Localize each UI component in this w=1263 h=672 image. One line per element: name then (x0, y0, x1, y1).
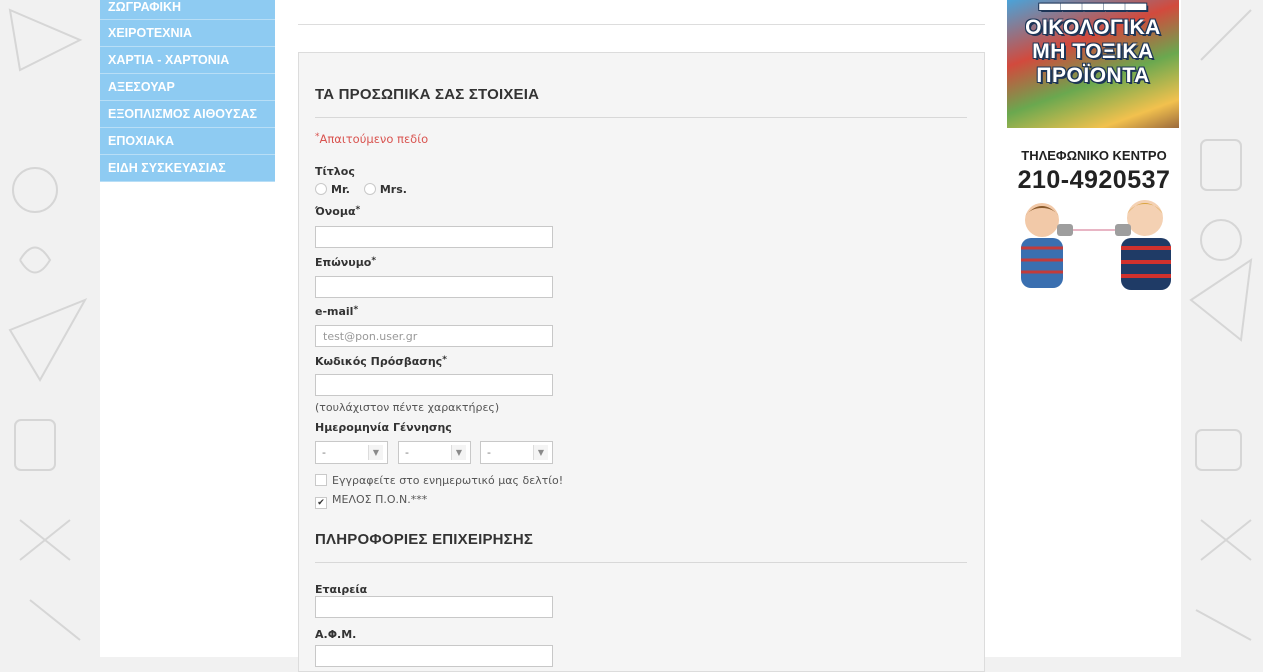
section-divider (315, 562, 967, 563)
password-label: Κωδικός Πρόσβασης* (315, 355, 447, 368)
vat-label: Α.Φ.Μ. (315, 628, 357, 641)
chevron-down-icon: ▼ (451, 445, 466, 460)
sidebar-item-painting[interactable]: ΖΩΓΡΑΦΙΚΗ (100, 0, 275, 20)
first-name-input[interactable] (315, 226, 553, 248)
promo-line-2: ΜΗ ΤΟΞΙΚΑ (1032, 40, 1154, 63)
right-column: ▬▬▬▬▬ ΟΙΚΟΛΟΓΙΚΑ ΜΗ ΤΟΞΙΚΑ ΠΡΟΪΟΝΤΑ ΤΗΛΕ… (1007, 0, 1181, 300)
promo-line-partial: ▬▬▬▬▬ (1039, 0, 1147, 15)
title-label: Τίτλος (315, 165, 355, 178)
radio-mrs[interactable] (363, 183, 376, 195)
newsletter-option[interactable]: Εγγραφείτε στο ενημερωτικό μας δελτίο! (315, 474, 563, 487)
eco-products-banner[interactable]: ▬▬▬▬▬ ΟΙΚΟΛΟΓΙΚΑ ΜΗ ΤΟΞΙΚΑ ΠΡΟΪΟΝΤΑ (1007, 0, 1179, 128)
sidebar-item-crafts[interactable]: ΧΕΙΡΟΤΕΧΝΙΑ (100, 20, 275, 47)
birthdate-year-select[interactable]: - ▼ (480, 441, 553, 464)
newsletter-checkbox[interactable] (315, 474, 327, 486)
last-name-input[interactable] (315, 276, 553, 298)
company-input[interactable] (315, 596, 553, 618)
chevron-down-icon: ▼ (368, 445, 383, 460)
title-radio-group: Mr. Mrs. (315, 183, 417, 196)
kids-tin-can-phone-image (1007, 196, 1181, 292)
page-container: ΖΩΓΡΑΦΙΚΗ ΧΕΙΡΟΤΕΧΝΙΑ ΧΑΡΤΙΑ - ΧΑΡΤΟΝΙΑ … (100, 0, 1181, 672)
password-hint: (τουλάχιστον πέντε χαρακτήρες) (315, 401, 500, 414)
vat-input[interactable] (315, 645, 553, 667)
phone-number[interactable]: 210-4920537 (1007, 166, 1181, 195)
sidebar-item-classroom-equipment[interactable]: ΕΞΟΠΛΙΣΜΟΣ ΑΙΘΟΥΣΑΣ (100, 101, 275, 128)
top-divider (298, 24, 985, 25)
required-field-note: *Απαιτούμενο πεδίο (315, 132, 429, 146)
background-doodle-left (0, 0, 100, 657)
email-input[interactable]: test@pon.user.gr (315, 325, 553, 347)
member-option[interactable]: ✔ ΜΕΛΟΣ Π.Ο.Ν.*** (315, 493, 427, 509)
section-divider (315, 117, 967, 118)
first-name-label: Όνομα* (315, 205, 361, 218)
sidebar-item-packaging[interactable]: ΕΙΔΗ ΣΥΣΚΕΥΑΣΙΑΣ (100, 155, 275, 182)
radio-mr[interactable] (315, 183, 327, 195)
chevron-down-icon: ▼ (533, 445, 548, 460)
phone-center-label: ΤΗΛΕΦΩΝΙΚΟ ΚΕΝΤΡΟ (1021, 148, 1167, 163)
title-option-mrs[interactable]: Mrs. (363, 183, 407, 196)
promo-line-1: ΟΙΚΟΛΟΓΙΚΑ (1025, 16, 1161, 39)
promo-line-3: ΠΡΟΪΟΝΤΑ (1036, 64, 1150, 87)
business-info-heading: ΠΛΗΡΟΦΟΡΙΕΣ ΕΠΙΧΕΙΡΗΣΗΣ (315, 531, 534, 548)
birthdate-day-select[interactable]: - ▼ (315, 441, 388, 464)
category-sidebar: ΖΩΓΡΑΦΙΚΗ ΧΕΙΡΟΤΕΧΝΙΑ ΧΑΡΤΙΑ - ΧΑΡΤΟΝΙΑ … (100, 0, 275, 182)
password-input[interactable] (315, 374, 553, 396)
sidebar-item-paper-cardboard[interactable]: ΧΑΡΤΙΑ - ΧΑΡΤΟΝΙΑ (100, 47, 275, 74)
birthdate-label: Ημερομηνία Γέννησης (315, 421, 452, 434)
birthdate-month-select[interactable]: - ▼ (398, 441, 471, 464)
company-label: Εταιρεία (315, 583, 368, 596)
email-label: e-mail* (315, 305, 359, 318)
last-name-label: Επώνυμο* (315, 256, 377, 269)
background-doodle-right (1181, 0, 1263, 657)
sidebar-item-accessories[interactable]: ΑΞΕΣΟΥΑΡ (100, 74, 275, 101)
personal-info-heading: ΤΑ ΠΡΟΣΩΠΙΚΑ ΣΑΣ ΣΤΟΙΧΕΙΑ (315, 86, 540, 103)
title-option-mr[interactable]: Mr. (315, 183, 350, 196)
member-checkbox[interactable]: ✔ (315, 497, 327, 509)
sidebar-item-seasonal[interactable]: ΕΠΟΧΙΑΚΑ (100, 128, 275, 155)
registration-form: ΤΑ ΠΡΟΣΩΠΙΚΑ ΣΑΣ ΣΤΟΙΧΕΙΑ *Απαιτούμενο π… (298, 52, 985, 672)
